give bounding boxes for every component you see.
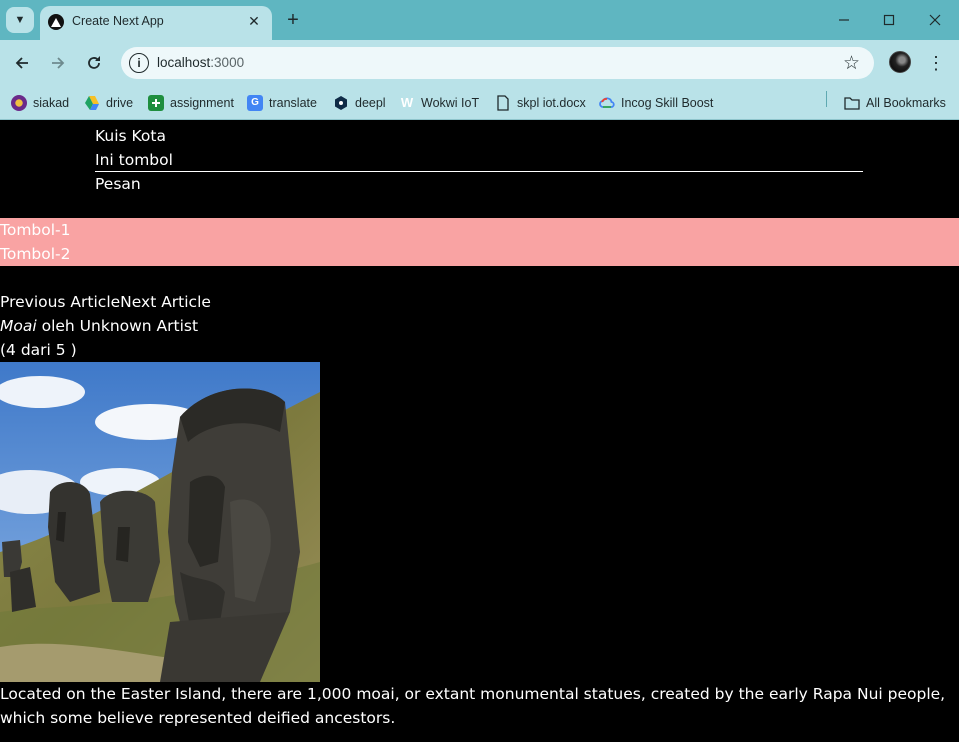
bookmarks-bar: siakad drive assignment G translate deep… bbox=[0, 86, 959, 120]
chevron-down-icon: ▼ bbox=[14, 14, 26, 26]
url-text: localhost:3000 bbox=[157, 55, 245, 70]
address-bar[interactable]: i localhost:3000 ☆ bbox=[121, 47, 874, 79]
tab-strip: ▼ Create Next App ✕ + bbox=[0, 0, 959, 40]
close-tab-icon[interactable]: ✕ bbox=[244, 11, 264, 31]
google-drive-icon bbox=[84, 95, 100, 111]
maximize-button[interactable] bbox=[877, 8, 901, 32]
deepl-icon bbox=[333, 95, 349, 111]
bookmark-translate[interactable]: G translate bbox=[247, 93, 317, 113]
close-window-button[interactable] bbox=[923, 8, 947, 32]
university-seal-icon bbox=[11, 95, 27, 111]
quiz-title: Kuis Kota bbox=[95, 127, 166, 145]
bookmarks-separator bbox=[826, 91, 827, 107]
quiz-button[interactable]: Ini tombol bbox=[95, 148, 863, 172]
tab-search-button[interactable]: ▼ bbox=[6, 7, 34, 33]
tombol-2-button[interactable]: Tombol-2 bbox=[0, 242, 959, 266]
bookmark-siakad[interactable]: siakad bbox=[11, 93, 69, 113]
document-icon bbox=[495, 95, 511, 111]
art-name: Moai bbox=[0, 317, 37, 335]
all-bookmarks-button[interactable]: All Bookmarks bbox=[844, 93, 946, 113]
bookmark-drive[interactable]: drive bbox=[84, 93, 133, 113]
profile-avatar[interactable] bbox=[889, 51, 911, 73]
tombol-1-button[interactable]: Tombol-1 bbox=[0, 218, 959, 242]
bookmark-deepl[interactable]: deepl bbox=[333, 93, 386, 113]
google-classroom-icon bbox=[148, 95, 164, 111]
page-viewport: Kuis Kota Ini tombol Pesan Tombol-1 Tomb… bbox=[0, 121, 959, 742]
reload-button[interactable] bbox=[82, 51, 106, 75]
art-artist: oleh Unknown Artist bbox=[36, 317, 199, 335]
google-translate-icon: G bbox=[247, 95, 263, 111]
forward-button[interactable] bbox=[46, 51, 70, 75]
folder-icon bbox=[844, 95, 860, 111]
new-tab-button[interactable]: + bbox=[282, 9, 304, 31]
art-counter: (4 dari 5 ) bbox=[0, 341, 77, 359]
google-cloud-icon bbox=[599, 95, 615, 111]
button-toolbar: Tombol-1 Tombol-2 bbox=[0, 218, 959, 266]
nextjs-favicon-icon bbox=[48, 14, 64, 30]
quiz-section: Kuis Kota Ini tombol Pesan bbox=[95, 124, 863, 196]
gallery-section: Previous ArticleNext Article Moai oleh U… bbox=[0, 290, 959, 730]
active-tab[interactable]: Create Next App ✕ bbox=[40, 6, 272, 40]
art-heading: Moai oleh Unknown Artist bbox=[0, 314, 959, 338]
quiz-message: Pesan bbox=[95, 175, 141, 193]
moai-photo bbox=[0, 362, 320, 682]
bookmark-star-icon[interactable]: ☆ bbox=[843, 52, 860, 75]
back-button[interactable] bbox=[10, 51, 34, 75]
browser-toolbar: i localhost:3000 ☆ ⋮ bbox=[0, 40, 959, 86]
previous-article-button[interactable]: Previous Article bbox=[0, 293, 120, 311]
bookmark-wokwi[interactable]: W Wokwi IoT bbox=[399, 93, 479, 113]
bookmark-skpl-docx[interactable]: skpl iot.docx bbox=[495, 93, 586, 113]
tab-title: Create Next App bbox=[72, 14, 164, 28]
art-description: Located on the Easter Island, there are … bbox=[0, 685, 946, 727]
bookmark-assignment[interactable]: assignment bbox=[148, 93, 234, 113]
next-article-button[interactable]: Next Article bbox=[120, 293, 211, 311]
wokwi-icon: W bbox=[400, 95, 414, 110]
browser-menu-icon[interactable]: ⋮ bbox=[926, 51, 946, 75]
gallery-nav: Previous ArticleNext Article bbox=[0, 290, 959, 314]
minimize-button[interactable] bbox=[832, 8, 856, 32]
site-info-icon[interactable]: i bbox=[129, 53, 149, 73]
bookmark-incog-skill-boost[interactable]: Incog Skill Boost bbox=[599, 93, 713, 113]
